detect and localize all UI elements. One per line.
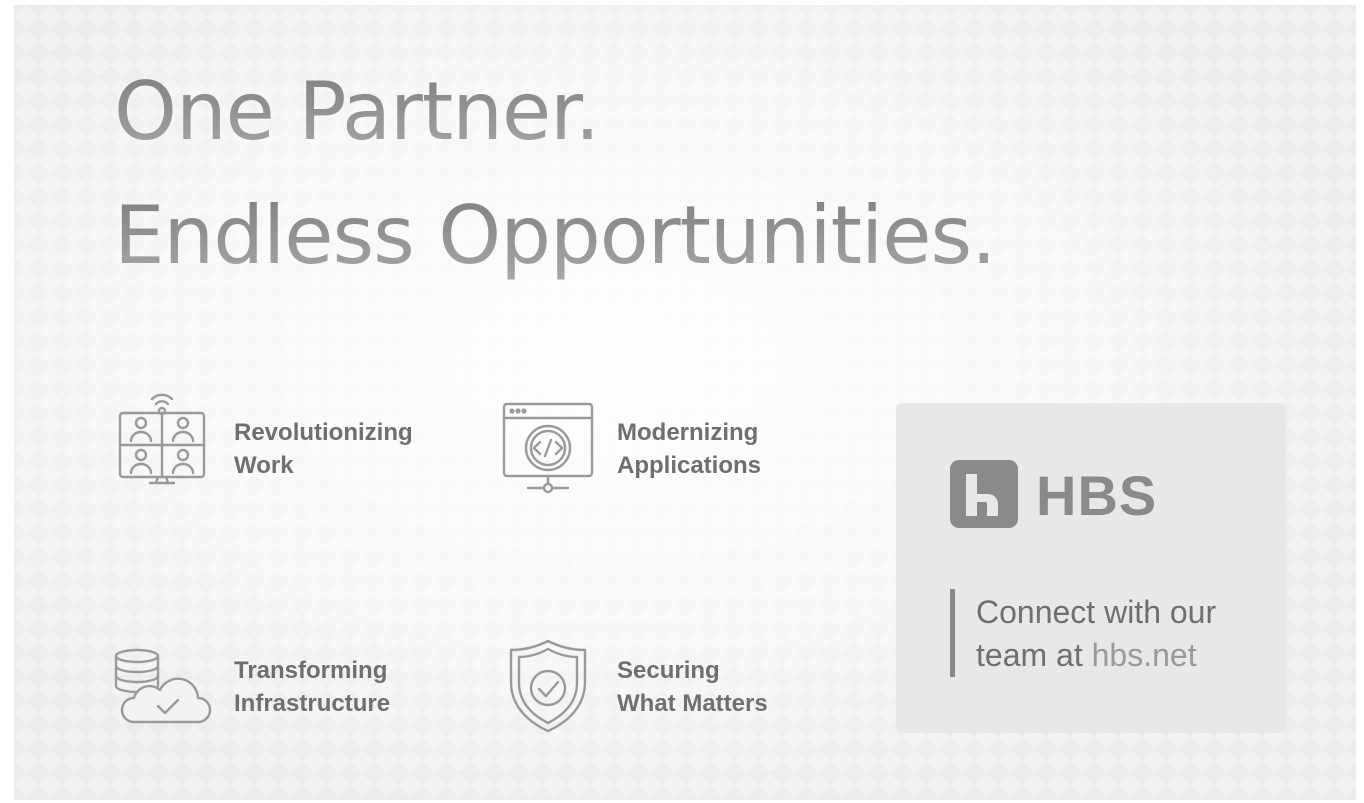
headline-line-2: Endless Opportunities. — [114, 186, 997, 286]
feature-securing-what-matters: Securing What Matters — [508, 638, 828, 734]
feature-label-line-1: Revolutionizing — [234, 419, 413, 446]
feature-label-line-2: Applications — [617, 452, 762, 479]
feature-transforming-infrastructure: Transforming Infrastructure — [112, 648, 432, 728]
cloud-database-icon — [114, 648, 212, 724]
headline-line-1: One Partner. — [114, 62, 600, 162]
feature-label-line-2: Work — [234, 452, 294, 479]
feature-label-line-1: Transforming — [234, 657, 388, 684]
shield-check-icon — [509, 639, 587, 733]
video-conference-icon — [118, 393, 206, 485]
hbs-contact-card: HBS Connect with our team at hbs.net — [896, 403, 1286, 733]
hbs-logo-text: HBS — [1036, 464, 1158, 527]
contact-line-1: Connect with our — [976, 594, 1217, 630]
divider — [950, 589, 955, 677]
feature-revolutionizing-work: Revolutionizing Work — [118, 392, 438, 492]
feature-modernizing-applications: Modernizing Applications — [502, 402, 822, 496]
contact-message: Connect with our team at hbs.net — [976, 591, 1216, 677]
feature-label-line-1: Modernizing — [617, 419, 759, 446]
contact-line-2-prefix: team at — [976, 637, 1092, 673]
hbs-website-link[interactable]: hbs.net — [1092, 637, 1197, 673]
hbs-logo-icon — [950, 460, 1018, 528]
feature-label-line-1: Securing — [617, 657, 720, 684]
code-window-icon — [502, 402, 594, 494]
contact-line-2: team at hbs.net — [976, 634, 1216, 677]
feature-label-line-2: What Matters — [617, 690, 768, 717]
feature-label-line-2: Infrastructure — [234, 690, 391, 717]
